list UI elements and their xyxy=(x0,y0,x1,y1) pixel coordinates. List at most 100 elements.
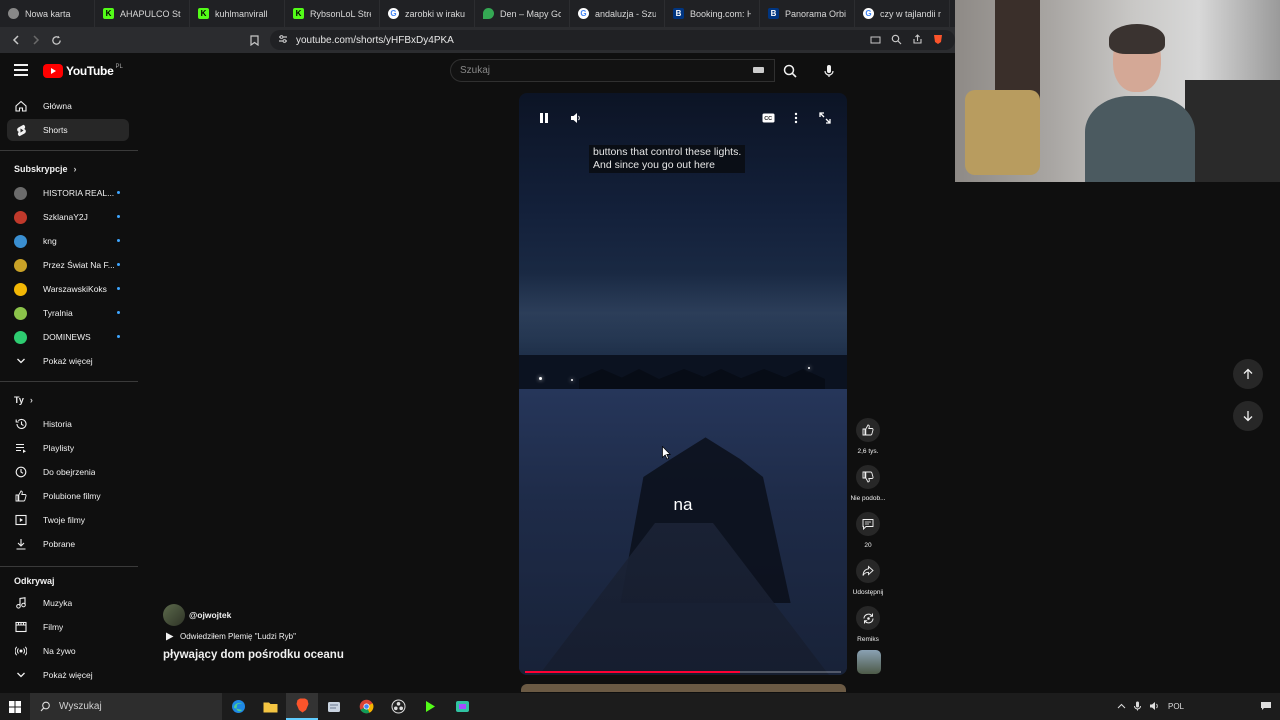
show-more-explore[interactable]: Pokaż więcej xyxy=(7,664,129,686)
sidebar-subscription-item[interactable]: SzklanaY2J xyxy=(7,206,129,228)
dislike-button[interactable]: Nie podob... xyxy=(849,465,887,502)
fullscreen-button[interactable] xyxy=(816,109,834,127)
share-button[interactable]: Udostępnij xyxy=(849,559,887,596)
previous-short-button[interactable] xyxy=(1233,359,1263,389)
video-title: pływający dom pośrodku oceanu xyxy=(163,649,344,661)
start-button[interactable] xyxy=(0,693,30,720)
forward-icon[interactable] xyxy=(26,30,46,50)
volume-button[interactable] xyxy=(567,109,585,127)
sidebar-item-download[interactable]: Pobrane xyxy=(7,533,129,555)
browser-tab[interactable]: B Booking.com: Ho xyxy=(665,0,760,27)
browser-tab[interactable]: Gzarobki w iraku - xyxy=(380,0,475,27)
sidebar-subscription-item[interactable]: HISTORIA REAL... xyxy=(7,182,129,204)
captions-button[interactable]: CC xyxy=(759,109,777,127)
you-heading[interactable]: Ty › xyxy=(14,395,33,405)
browser-tab[interactable]: K RybsonLoL Strea xyxy=(285,0,380,27)
new-content-dot xyxy=(117,311,120,314)
browser-tab[interactable]: Nowa karta xyxy=(0,0,95,27)
brave-rewards-icon[interactable] xyxy=(933,32,943,50)
show-more-subscriptions[interactable]: Pokaż więcej xyxy=(7,350,129,372)
sidebar-item-home[interactable]: Główna xyxy=(7,95,129,117)
chat-icon[interactable] xyxy=(1260,701,1272,713)
sidebar-item-label: Twoje filmy xyxy=(43,515,86,525)
sidebar-subscription-item[interactable]: kng xyxy=(7,230,129,252)
comments-button[interactable]: 20 xyxy=(849,512,887,549)
zoom-icon[interactable] xyxy=(891,32,902,50)
youtube-logo[interactable]: YouTube PL xyxy=(43,64,123,78)
language-indicator[interactable]: POL xyxy=(1168,702,1184,711)
sidebar-subscription-item[interactable]: WarszawskiKoks xyxy=(7,278,129,300)
kick-app-icon[interactable] xyxy=(414,693,446,720)
sidebar-item-live[interactable]: Na żywo xyxy=(7,640,129,662)
related-video-link[interactable]: Odwiedziłem Plemię "Ludzi Ryb" xyxy=(165,632,296,641)
menu-icon[interactable] xyxy=(14,64,28,76)
sidebar-item-film[interactable]: Filmy xyxy=(7,616,129,638)
channel-avatar[interactable] xyxy=(163,604,185,626)
share-page-icon[interactable] xyxy=(912,32,923,50)
browser-tab[interactable]: Kkuhlmanvirall xyxy=(190,0,285,27)
sidebar-item-playlist[interactable]: Playlisty xyxy=(7,437,129,459)
reload-icon[interactable] xyxy=(46,30,66,50)
sidebar-item-label: Przez Świat Na F... xyxy=(43,260,115,270)
sidebar-item-thumb-up[interactable]: Polubione filmy xyxy=(7,485,129,507)
notes-app-icon[interactable] xyxy=(318,693,350,720)
microphone-icon[interactable] xyxy=(1133,701,1141,713)
like-button[interactable]: 2,6 tys. xyxy=(849,418,887,455)
chevron-down-icon xyxy=(14,668,28,682)
brave-shield-icon xyxy=(8,8,19,19)
sidebar-item-label: DOMINEWS xyxy=(43,332,91,342)
maps-icon xyxy=(483,8,494,19)
speaker-icon[interactable] xyxy=(1149,701,1160,713)
new-content-dot xyxy=(117,335,120,338)
browser-tab[interactable]: Den – Mapy Goo xyxy=(475,0,570,27)
sidebar-item-clock[interactable]: Do obejrzenia xyxy=(7,461,129,483)
obs-icon[interactable] xyxy=(382,693,414,720)
kick-icon: K xyxy=(198,8,209,19)
browser-tab[interactable]: K AHAPULCO Strea xyxy=(95,0,190,27)
notifications-icon[interactable] xyxy=(1192,697,1252,717)
file-explorer-icon[interactable] xyxy=(254,693,286,720)
pause-button[interactable] xyxy=(535,109,553,127)
browser-tab[interactable]: B Panorama Orbi C xyxy=(760,0,855,27)
remix-button[interactable]: Remiks xyxy=(849,606,887,643)
sidebar-item-shorts[interactable]: Shorts xyxy=(7,119,129,141)
sidebar-item-history[interactable]: Historia xyxy=(7,413,129,435)
caption-overlay-middle: na xyxy=(673,495,693,514)
comment-icon xyxy=(862,519,874,530)
youtube-play-icon xyxy=(43,64,63,78)
edge-icon[interactable] xyxy=(222,693,254,720)
arrow-up-icon xyxy=(1243,368,1253,379)
shorts-video-player[interactable]: CC buttons that control these lights. An… xyxy=(519,93,847,675)
chrome-icon[interactable] xyxy=(350,693,382,720)
browser-tab[interactable]: Gczy w tajlandii mo xyxy=(855,0,950,27)
search-input[interactable]: Szukaj xyxy=(450,59,775,82)
keyboard-icon[interactable] xyxy=(753,67,764,73)
channel-handle[interactable]: @ojwojtek xyxy=(189,610,231,620)
next-short-button[interactable] xyxy=(1233,401,1263,431)
sidebar-item-music[interactable]: Muzyka xyxy=(7,592,129,614)
sidebar-subscription-item[interactable]: DOMINEWS xyxy=(7,326,129,348)
sidebar-subscription-item[interactable]: Przez Świat Na F... xyxy=(7,254,129,276)
channel-avatar xyxy=(14,306,27,320)
more-options-button[interactable] xyxy=(787,109,805,127)
reader-mode-icon[interactable] xyxy=(870,32,881,50)
sidebar-item-video[interactable]: Twoje filmy xyxy=(7,509,129,531)
streamlabs-icon[interactable] xyxy=(446,693,478,720)
bookmark-icon[interactable] xyxy=(244,30,264,50)
taskbar-search[interactable]: Wyszukaj xyxy=(30,693,222,720)
next-short-preview[interactable] xyxy=(521,684,846,692)
chevron-up-icon[interactable] xyxy=(1117,702,1126,711)
site-settings-icon[interactable] xyxy=(278,31,288,49)
brave-browser-icon[interactable] xyxy=(286,693,318,720)
address-bar[interactable]: youtube.com/shorts/yHFBxDy4PKA xyxy=(270,30,955,50)
sidebar-item-label: Muzyka xyxy=(43,598,73,608)
browser-tab[interactable]: Gandaluzja - Szuk xyxy=(570,0,665,27)
voice-search-button[interactable] xyxy=(816,58,842,84)
search-button[interactable] xyxy=(775,59,805,82)
sidebar-item-label: Shorts xyxy=(43,125,68,135)
sidebar-subscription-item[interactable]: Tyralnia xyxy=(7,302,129,324)
back-icon[interactable] xyxy=(6,30,26,50)
subscriptions-heading[interactable]: Subskrypcje › xyxy=(14,164,77,174)
sound-channel-thumbnail[interactable] xyxy=(857,650,881,674)
video-progress-bar[interactable] xyxy=(525,671,841,673)
